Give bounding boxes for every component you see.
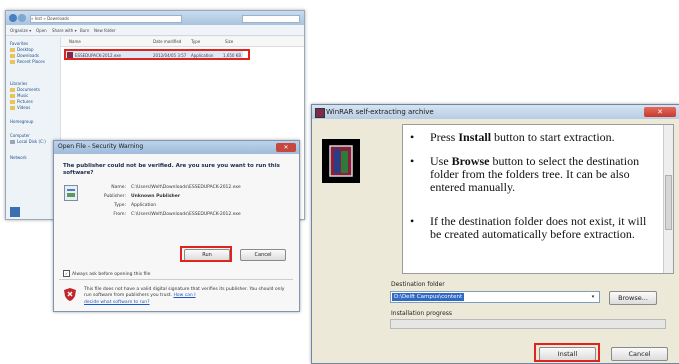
- folder-icon: [10, 60, 15, 64]
- search-input[interactable]: [242, 15, 300, 23]
- winrar-app-icon: [315, 108, 325, 118]
- field-value-publisher: Unknown Publisher: [131, 194, 181, 199]
- column-name[interactable]: Name: [69, 39, 81, 44]
- menu-organize[interactable]: Organize ▾: [10, 28, 31, 33]
- field-label: Type:: [114, 203, 126, 208]
- nav-item-favorites[interactable]: Favorites: [10, 41, 28, 46]
- explorer-toolbar: Organize ▾ Open Share with ▾ Burn New fo…: [6, 25, 304, 36]
- folder-icon: [10, 106, 15, 110]
- close-icon[interactable]: ✕: [644, 107, 676, 117]
- browse-button[interactable]: Browse...: [609, 291, 657, 305]
- drive-icon: [10, 140, 15, 144]
- nav-item-documents[interactable]: Documents: [10, 87, 40, 92]
- column-date[interactable]: Date modified: [153, 39, 181, 44]
- nav-item-recent[interactable]: Recent Places: [10, 59, 45, 64]
- nav-item-network[interactable]: Network: [10, 155, 27, 160]
- always-ask-checkbox[interactable]: ✓ Always ask before opening this file: [63, 270, 150, 277]
- menu-burn[interactable]: Burn: [80, 28, 89, 33]
- address-bar[interactable]: « Inst » Downloads: [30, 15, 182, 23]
- scrollbar-thumb[interactable]: [665, 175, 672, 230]
- column-size[interactable]: Size: [225, 39, 233, 44]
- nav-item-desktop[interactable]: Desktop: [10, 47, 34, 52]
- nav-item-pictures[interactable]: Pictures: [10, 99, 33, 104]
- destination-folder-value: D:\Delft Campus\content: [392, 293, 465, 301]
- folder-icon: [10, 100, 15, 104]
- nav-item-downloads[interactable]: Downloads: [10, 53, 39, 58]
- menu-new-folder[interactable]: New folder: [94, 28, 116, 33]
- nav-item-music[interactable]: Music: [10, 93, 28, 98]
- nav-item-libraries[interactable]: Libraries: [10, 81, 27, 86]
- menu-open[interactable]: Open: [36, 28, 47, 33]
- install-highlight-box: [534, 343, 600, 362]
- folder-icon: [10, 54, 15, 58]
- divider: [59, 279, 293, 280]
- forward-icon[interactable]: [18, 14, 26, 22]
- back-icon[interactable]: [9, 14, 17, 22]
- winrar-titlebar: WinRAR self-extracting archive ✕: [312, 105, 679, 119]
- security-dialog-titlebar: Open File - Security Warning ✕: [54, 141, 299, 154]
- column-type[interactable]: Type: [191, 39, 200, 44]
- checkbox-checked-icon: ✓: [63, 270, 70, 277]
- help-link[interactable]: decide what software to run?: [84, 300, 150, 305]
- field-value-name: C:\Users\Welt\Downloads\ESSEDUPACK-2012.…: [131, 185, 241, 190]
- cancel-button[interactable]: Cancel: [611, 347, 668, 361]
- nav-item-homegroup[interactable]: Homegroup: [10, 119, 33, 124]
- nav-item-computer[interactable]: Computer: [10, 133, 30, 138]
- menu-share[interactable]: Share with ▾: [52, 28, 77, 33]
- security-heading: The publisher could not be verified. Are…: [63, 163, 280, 176]
- run-highlight-box: [180, 246, 232, 262]
- chevron-down-icon[interactable]: ▾: [588, 293, 598, 301]
- cancel-button[interactable]: Cancel: [240, 249, 286, 261]
- security-dialog-title: Open File - Security Warning: [58, 143, 144, 150]
- shield-warning-icon: [64, 288, 76, 301]
- folder-icon: [10, 94, 15, 98]
- vertical-scrollbar[interactable]: [663, 125, 673, 273]
- close-icon[interactable]: ✕: [276, 143, 296, 152]
- winrar-window: WinRAR self-extracting archive ✕ • Press…: [311, 104, 679, 364]
- installation-progress-label: Installation progress: [391, 310, 453, 317]
- field-label: Name:: [111, 185, 126, 190]
- winrar-title: WinRAR self-extracting archive: [326, 108, 434, 116]
- address-text: « Inst » Downloads: [31, 16, 70, 21]
- winrar-logo-icon: [322, 139, 360, 183]
- nav-item-local-disk[interactable]: Local Disk (C:): [10, 139, 46, 144]
- destination-folder-combobox[interactable]: D:\Delft Campus\content ▾: [390, 291, 600, 303]
- installation-progress-bar: [390, 319, 666, 329]
- folder-icon: [10, 88, 15, 92]
- field-label: Publisher:: [103, 194, 126, 199]
- instructions-panel: • Press Install button to start extracti…: [402, 124, 674, 274]
- file-highlight-box: [64, 49, 250, 60]
- security-dialog-body: The publisher could not be verified. Are…: [54, 154, 299, 311]
- help-link-inline[interactable]: How can I: [173, 293, 195, 298]
- security-warning-dialog: Open File - Security Warning ✕ The publi…: [53, 140, 300, 312]
- field-label: From:: [113, 212, 126, 217]
- field-value-type: Application: [131, 203, 157, 208]
- security-footer-text: This file does not have a valid digital …: [84, 287, 285, 298]
- checkbox-label: Always ask before opening this file: [72, 272, 151, 277]
- destination-folder-label: Destination folder: [391, 281, 445, 288]
- nav-item-videos[interactable]: Videos: [10, 105, 30, 110]
- explorer-titlebar: « Inst » Downloads: [6, 11, 304, 25]
- column-headers: Name Date modified Type Size: [61, 37, 304, 47]
- computer-icon: [10, 207, 20, 217]
- field-value-from: C:\Users\Welt\Downloads\ESSEDUPACK-2012.…: [131, 212, 241, 217]
- folder-icon: [10, 48, 15, 52]
